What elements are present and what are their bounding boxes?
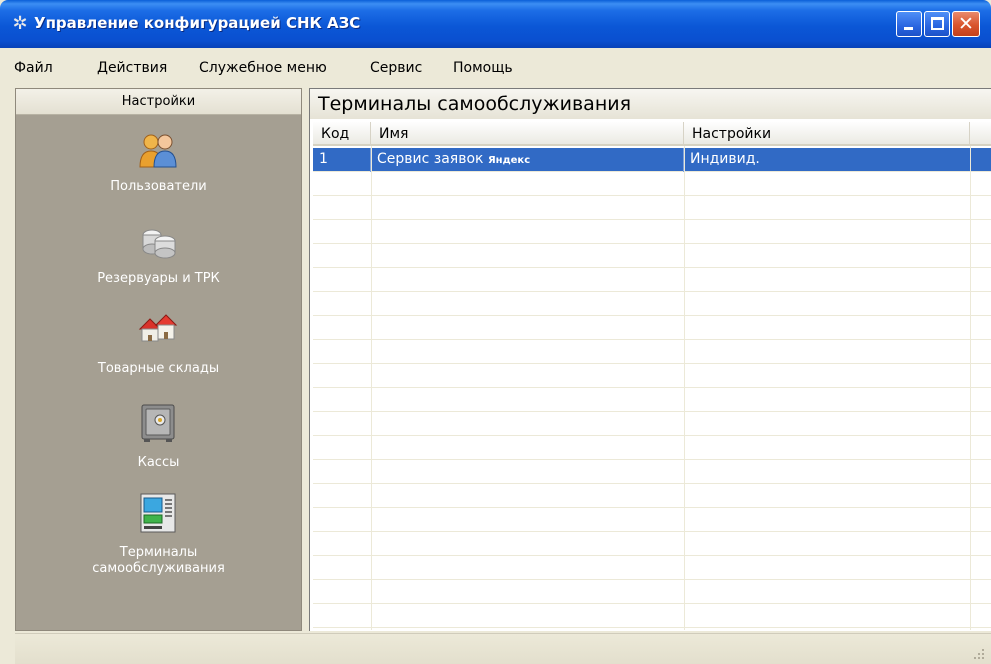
sidebar-item-warehouses[interactable]: Товарные склады (16, 307, 301, 382)
sidebar-item-users[interactable]: Пользователи (16, 129, 301, 204)
sidebar-item-label: Товарные склады (97, 361, 220, 376)
warehouse-icon (138, 314, 178, 342)
safe-icon (141, 404, 175, 442)
table-row-empty (313, 532, 991, 556)
column-divider (684, 146, 685, 630)
table-row-empty (313, 484, 991, 508)
sidebar-item-label: Терминалы (119, 545, 198, 560)
sidebar-item-cash-registers[interactable]: Кассы (16, 401, 301, 476)
menu-file[interactable]: Файл (14, 60, 53, 76)
close-icon: ✕ (958, 13, 974, 35)
table-row-empty (313, 244, 991, 268)
gear-icon: ✲ (12, 13, 28, 34)
sidebar-header: Настройки (16, 89, 301, 115)
close-button[interactable]: ✕ (952, 11, 980, 37)
title-bar[interactable]: ✲ Управление конфигурацией СНК АЗС ✕ (0, 0, 991, 48)
menu-help[interactable]: Помощь (453, 60, 513, 76)
table-row-empty (313, 604, 991, 628)
window-title: Управление конфигурацией СНК АЗС (34, 14, 361, 32)
table-row-empty (313, 412, 991, 436)
menu-service[interactable]: Сервис (370, 60, 422, 76)
cell-name: Сервис заявок Яндекс (371, 148, 684, 172)
table-row-empty (313, 316, 991, 340)
table-row-empty (313, 364, 991, 388)
minimize-icon (904, 27, 913, 30)
main-content: Терминалы самообслуживания Код Имя Настр… (309, 88, 991, 631)
sidebar-item-tanks[interactable]: Резервуары и ТРК (16, 219, 301, 294)
table-row-empty (313, 292, 991, 316)
status-bar (15, 633, 991, 664)
sidebar: Настройки Пользователи Резервуары и ТРК (15, 88, 302, 631)
table-row-empty (313, 460, 991, 484)
cell-name-text: Сервис заявок (377, 151, 484, 167)
maximize-icon (931, 17, 944, 30)
terminals-table: Код Имя Настройки 1 Сервис заявок Яндекс… (313, 122, 991, 630)
sidebar-item-label: Резервуары и ТРК (97, 271, 220, 286)
sidebar-item-label-line2: самообслуживания (92, 561, 225, 576)
maximize-button[interactable] (924, 11, 950, 37)
tanks-icon (142, 229, 176, 259)
sidebar-item-label: Пользователи (110, 179, 207, 194)
table-row-empty (313, 268, 991, 292)
table-row-empty (313, 220, 991, 244)
table-row-empty (313, 172, 991, 196)
resize-grip-icon[interactable] (973, 648, 985, 660)
table-row-empty (313, 340, 991, 364)
cell-code: 1 (313, 148, 371, 172)
menu-bar: Файл Действия Служебное меню Сервис Помо… (0, 48, 991, 88)
sidebar-item-terminals[interactable]: Терминалы самообслуживания (16, 491, 301, 586)
column-header-code[interactable]: Код (313, 122, 371, 146)
minimize-button[interactable] (896, 11, 922, 37)
table-row-empty (313, 508, 991, 532)
table-row[interactable]: 1 Сервис заявок Яндекс Индивид. (313, 148, 991, 172)
table-row-empty (313, 388, 991, 412)
app-window: ✲ Управление конфигурацией СНК АЗС ✕ Фай… (0, 0, 991, 664)
table-row-empty (313, 196, 991, 220)
menu-service-menu[interactable]: Служебное меню (199, 60, 327, 76)
cell-name-brand: Яндекс (487, 155, 531, 166)
table-header: Код Имя Настройки (313, 122, 991, 146)
table-row-empty (313, 580, 991, 604)
column-header-settings[interactable]: Настройки (684, 122, 970, 146)
cell-settings: Индивид. (690, 151, 760, 167)
page-title: Терминалы самообслуживания (310, 89, 991, 119)
terminal-icon (140, 493, 176, 533)
column-header-name[interactable]: Имя (371, 122, 684, 146)
menu-actions[interactable]: Действия (97, 60, 167, 76)
table-row-empty (313, 436, 991, 460)
users-icon (139, 134, 177, 168)
column-divider (970, 146, 971, 630)
table-row-empty (313, 556, 991, 580)
column-divider (371, 146, 372, 630)
sidebar-item-label: Кассы (137, 455, 180, 470)
